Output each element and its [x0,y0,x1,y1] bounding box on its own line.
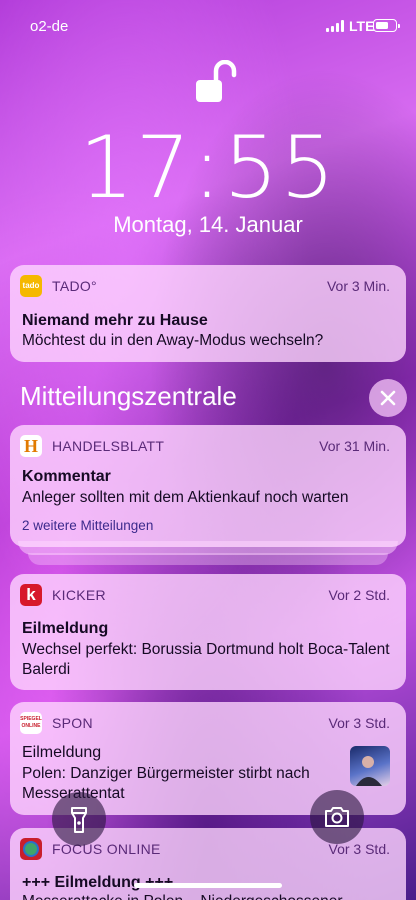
notification-app-name: HANDELSBLATT [52,438,165,454]
notification-handelsblatt[interactable]: H HANDELSBLATT Vor 31 Min. Kommentar Anl… [10,425,406,547]
notification-app-name: TADO° [52,278,97,294]
spiegel-online-app-icon: SPIEGEL ONLINE [20,712,42,734]
tado-app-icon: tado [20,275,42,297]
notification-kicker[interactable]: k KICKER Vor 2 Std. Eilmeldung Wechsel p… [10,574,406,690]
home-indicator[interactable] [134,883,282,888]
battery-fill [375,21,389,29]
lock-screen-date: Montag, 14. Januar [113,212,303,237]
notification-body: Messerattacke in Polen – Niedergeschosse… [22,892,390,900]
kicker-app-icon: k [20,584,42,606]
signal-icon [326,20,346,32]
notification-title: Eilmeldung [22,744,102,761]
lock-screen-clock: 17:55 [79,118,337,218]
handelsblatt-app-icon: H [20,435,42,457]
battery-icon [373,19,400,32]
camera-icon [325,807,349,827]
status-bar: o2-de LTE [0,16,416,38]
notification-time: Vor 2 Std. [328,587,390,603]
notification-app-name: SPON [52,715,93,731]
notification-title: Kommentar [22,468,111,485]
clear-notifications-button[interactable] [369,379,407,417]
flashlight-icon [71,807,87,833]
more-notifications-link[interactable]: 2 weitere Mitteilungen [22,518,153,533]
network-label: LTE [349,18,375,34]
unlocked-padlock-icon [196,60,237,102]
notification-title: Eilmeldung [22,620,109,637]
notification-tado[interactable]: tado TADO° Vor 3 Min. Niemand mehr zu Ha… [10,265,406,362]
flashlight-button[interactable] [52,792,106,846]
carrier-label: o2-de [30,18,69,35]
focus-online-app-icon [20,838,42,860]
notification-time: Vor 31 Min. [319,438,390,454]
notification-center-title: Mitteilungszentrale [20,381,237,411]
notification-body: Wechsel perfekt: Borussia Dortmund holt … [22,641,390,678]
notification-app-name: KICKER [52,587,106,603]
close-icon [380,390,396,406]
notification-title: Niemand mehr zu Hause [22,312,208,329]
notification-time: Vor 3 Min. [326,278,390,294]
notification-body: Möchtest du in den Away-Modus wechseln? [22,332,324,349]
camera-button[interactable] [310,790,364,844]
notification-time: Vor 3 Std. [328,715,390,731]
notification-thumbnail-image [350,746,390,786]
notification-body: Anleger sollten mit dem Aktienkauf noch … [22,489,349,506]
